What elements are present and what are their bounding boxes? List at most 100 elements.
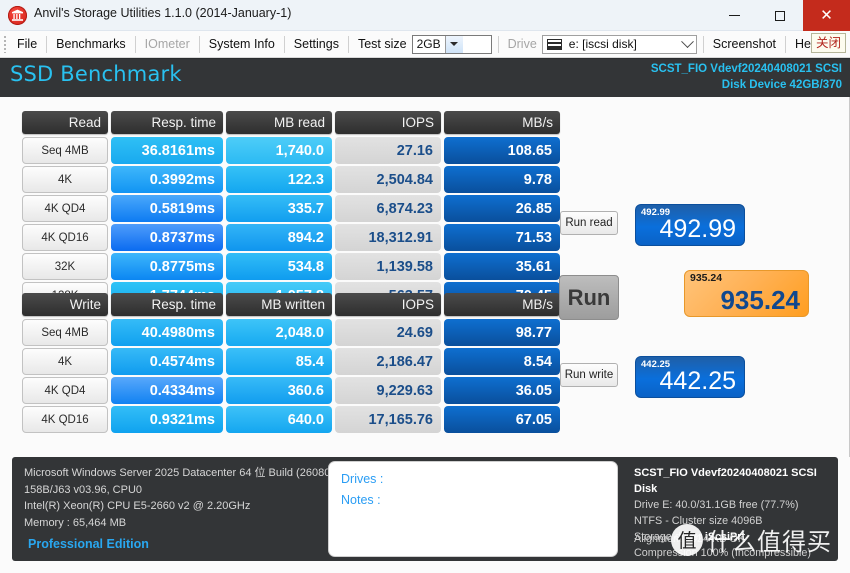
write-header-category: Write bbox=[22, 293, 108, 316]
row-mbs: 36.05 bbox=[444, 377, 560, 404]
row-resp-time: 0.8775ms bbox=[111, 253, 223, 280]
menu-separator bbox=[46, 35, 48, 53]
disk-drive-icon bbox=[546, 38, 562, 50]
table-row: Seq 4MB 40.4980ms 2,048.0 24.69 98.77 bbox=[22, 319, 560, 346]
chevron-down-icon[interactable] bbox=[679, 34, 696, 53]
total-score-value: 935.24 bbox=[720, 285, 800, 315]
device-name-line1: SCST_FIO Vdevf20240408021 SCSI bbox=[650, 63, 842, 75]
test-size-select[interactable]: 2GB bbox=[411, 34, 492, 54]
total-score-box: 935.24 935.24 bbox=[684, 270, 809, 317]
benchmark-header-band: SSD Benchmark SCST_FIO Vdevf20240408021 … bbox=[0, 58, 850, 97]
close-icon: ✕ bbox=[820, 6, 833, 24]
menu-item-benchmarks[interactable]: Benchmarks bbox=[48, 31, 133, 58]
close-button[interactable]: ✕ bbox=[803, 0, 850, 31]
device-name: SCST_FIO Vdevf20240408021 SCSI Disk Devi… bbox=[651, 61, 842, 93]
row-resp-time: 0.8737ms bbox=[111, 224, 223, 251]
window-controls: ✕ bbox=[711, 0, 850, 31]
row-iops: 9,229.63 bbox=[335, 377, 441, 404]
drive-value: e: [iscsi disk] bbox=[568, 36, 637, 51]
menu-item-iometer: IOmeter bbox=[144, 36, 190, 51]
read-header-mb-read: MB read bbox=[226, 111, 332, 134]
row-mb: 1,740.0 bbox=[226, 137, 332, 164]
system-info-line-board: 158B/J63 v03.96, CPU0 bbox=[24, 483, 143, 496]
system-info-text: Microsoft Windows Server 2025 Datacenter… bbox=[24, 465, 334, 531]
run-button[interactable]: Run bbox=[559, 275, 619, 320]
row-mbs: 67.05 bbox=[444, 406, 560, 433]
read-header-mbs: MB/s bbox=[444, 111, 560, 134]
row-mbs: 8.54 bbox=[444, 348, 560, 375]
run-write-button[interactable]: Run write bbox=[560, 363, 618, 387]
watermark-badge-icon: 值 bbox=[671, 523, 703, 556]
minimize-button[interactable] bbox=[711, 0, 757, 31]
watermark: 值 什么值得买 bbox=[671, 522, 832, 557]
device-name-line2: Disk Device 42GB/370 bbox=[721, 79, 842, 91]
menu-separator bbox=[785, 35, 787, 53]
row-mb: 122.3 bbox=[226, 166, 332, 193]
write-score-box: 442.25 442.25 bbox=[635, 356, 745, 398]
row-mbs: 35.61 bbox=[444, 253, 560, 280]
row-label: Seq 4MB bbox=[22, 137, 108, 164]
chevron-down-icon[interactable] bbox=[444, 35, 463, 53]
benchmark-body: Read Resp. time MB read IOPS MB/s Seq 4M… bbox=[0, 97, 850, 457]
row-resp-time: 0.3992ms bbox=[111, 166, 223, 193]
menu-item-settings[interactable]: Settings bbox=[286, 31, 347, 58]
table-row: 4K QD16 0.8737ms 894.2 18,312.91 71.53 bbox=[22, 224, 560, 251]
read-score-value: 492.99 bbox=[659, 215, 736, 243]
system-info-line-memory: Memory : 65,464 MB bbox=[24, 516, 127, 529]
table-row: Seq 4MB 36.8161ms 1,740.0 27.16 108.65 bbox=[22, 137, 560, 164]
row-mb: 2,048.0 bbox=[226, 319, 332, 346]
menu-item-file[interactable]: File bbox=[9, 31, 45, 58]
system-info-line-cpu: Intel(R) Xeon(R) CPU E5-2660 v2 @ 2.20GH… bbox=[24, 500, 251, 512]
row-label: 4K bbox=[22, 348, 108, 375]
write-header-iops: IOPS bbox=[335, 293, 441, 316]
maximize-button[interactable] bbox=[757, 0, 803, 31]
row-label: 4K QD4 bbox=[22, 195, 108, 222]
row-label: 32K bbox=[22, 253, 108, 280]
table-row: 4K QD4 0.5819ms 335.7 6,874.23 26.85 bbox=[22, 195, 560, 222]
row-iops: 27.16 bbox=[335, 137, 441, 164]
run-read-button[interactable]: Run read bbox=[560, 211, 618, 235]
title-bar: Anvil's Storage Utilities 1.1.0 (2014-Ja… bbox=[0, 0, 850, 31]
row-mb: 360.6 bbox=[226, 377, 332, 404]
total-score-tick: 935.24 bbox=[690, 272, 723, 284]
read-table-header-row: Read Resp. time MB read IOPS MB/s bbox=[22, 111, 560, 134]
row-resp-time: 0.9321ms bbox=[111, 406, 223, 433]
row-resp-time: 0.4334ms bbox=[111, 377, 223, 404]
drive-select[interactable]: e: [iscsi disk] bbox=[541, 34, 697, 54]
write-header-mb-written: MB written bbox=[226, 293, 332, 316]
read-header-resp-time: Resp. time bbox=[111, 111, 223, 134]
row-mb: 894.2 bbox=[226, 224, 332, 251]
menu-separator bbox=[283, 35, 285, 53]
window-title: Anvil's Storage Utilities 1.1.0 (2014-Ja… bbox=[34, 6, 292, 20]
read-results-table: Read Resp. time MB read IOPS MB/s Seq 4M… bbox=[22, 111, 560, 311]
drive-info-title: SCST_FIO Vdevf20240408021 SCSI Disk bbox=[634, 467, 817, 495]
menu-separator bbox=[347, 35, 349, 53]
menu-separator bbox=[198, 35, 200, 53]
row-iops: 2,186.47 bbox=[335, 348, 441, 375]
row-mbs: 71.53 bbox=[444, 224, 560, 251]
window-bottom-edge bbox=[0, 566, 850, 573]
menu-item-system-info[interactable]: System Info bbox=[201, 31, 283, 58]
read-header-iops: IOPS bbox=[335, 111, 441, 134]
read-header-category: Read bbox=[22, 111, 108, 134]
row-iops: 6,874.23 bbox=[335, 195, 441, 222]
write-results-table: Write Resp. time MB written IOPS MB/s Se… bbox=[22, 293, 560, 435]
drive-label: Drive bbox=[507, 36, 537, 51]
row-iops: 2,504.84 bbox=[335, 166, 441, 193]
anvil-logo-icon bbox=[8, 6, 27, 25]
menu-grip[interactable] bbox=[0, 31, 9, 58]
edition-label: Professional Edition bbox=[28, 537, 149, 551]
row-iops: 24.69 bbox=[335, 319, 441, 346]
notes-panel[interactable]: Drives : Notes : bbox=[328, 461, 618, 557]
test-size-value: 2GB bbox=[416, 36, 441, 51]
row-mbs: 98.77 bbox=[444, 319, 560, 346]
table-row: 4K QD4 0.4334ms 360.6 9,229.63 36.05 bbox=[22, 377, 560, 404]
write-table-header-row: Write Resp. time MB written IOPS MB/s bbox=[22, 293, 560, 316]
page-title: SSD Benchmark bbox=[10, 62, 182, 86]
row-resp-time: 36.8161ms bbox=[111, 137, 223, 164]
row-resp-time: 0.5819ms bbox=[111, 195, 223, 222]
menu-separator bbox=[134, 35, 136, 53]
write-header-resp-time: Resp. time bbox=[111, 293, 223, 316]
write-header-mbs: MB/s bbox=[444, 293, 560, 316]
menu-item-screenshot[interactable]: Screenshot bbox=[705, 31, 784, 58]
